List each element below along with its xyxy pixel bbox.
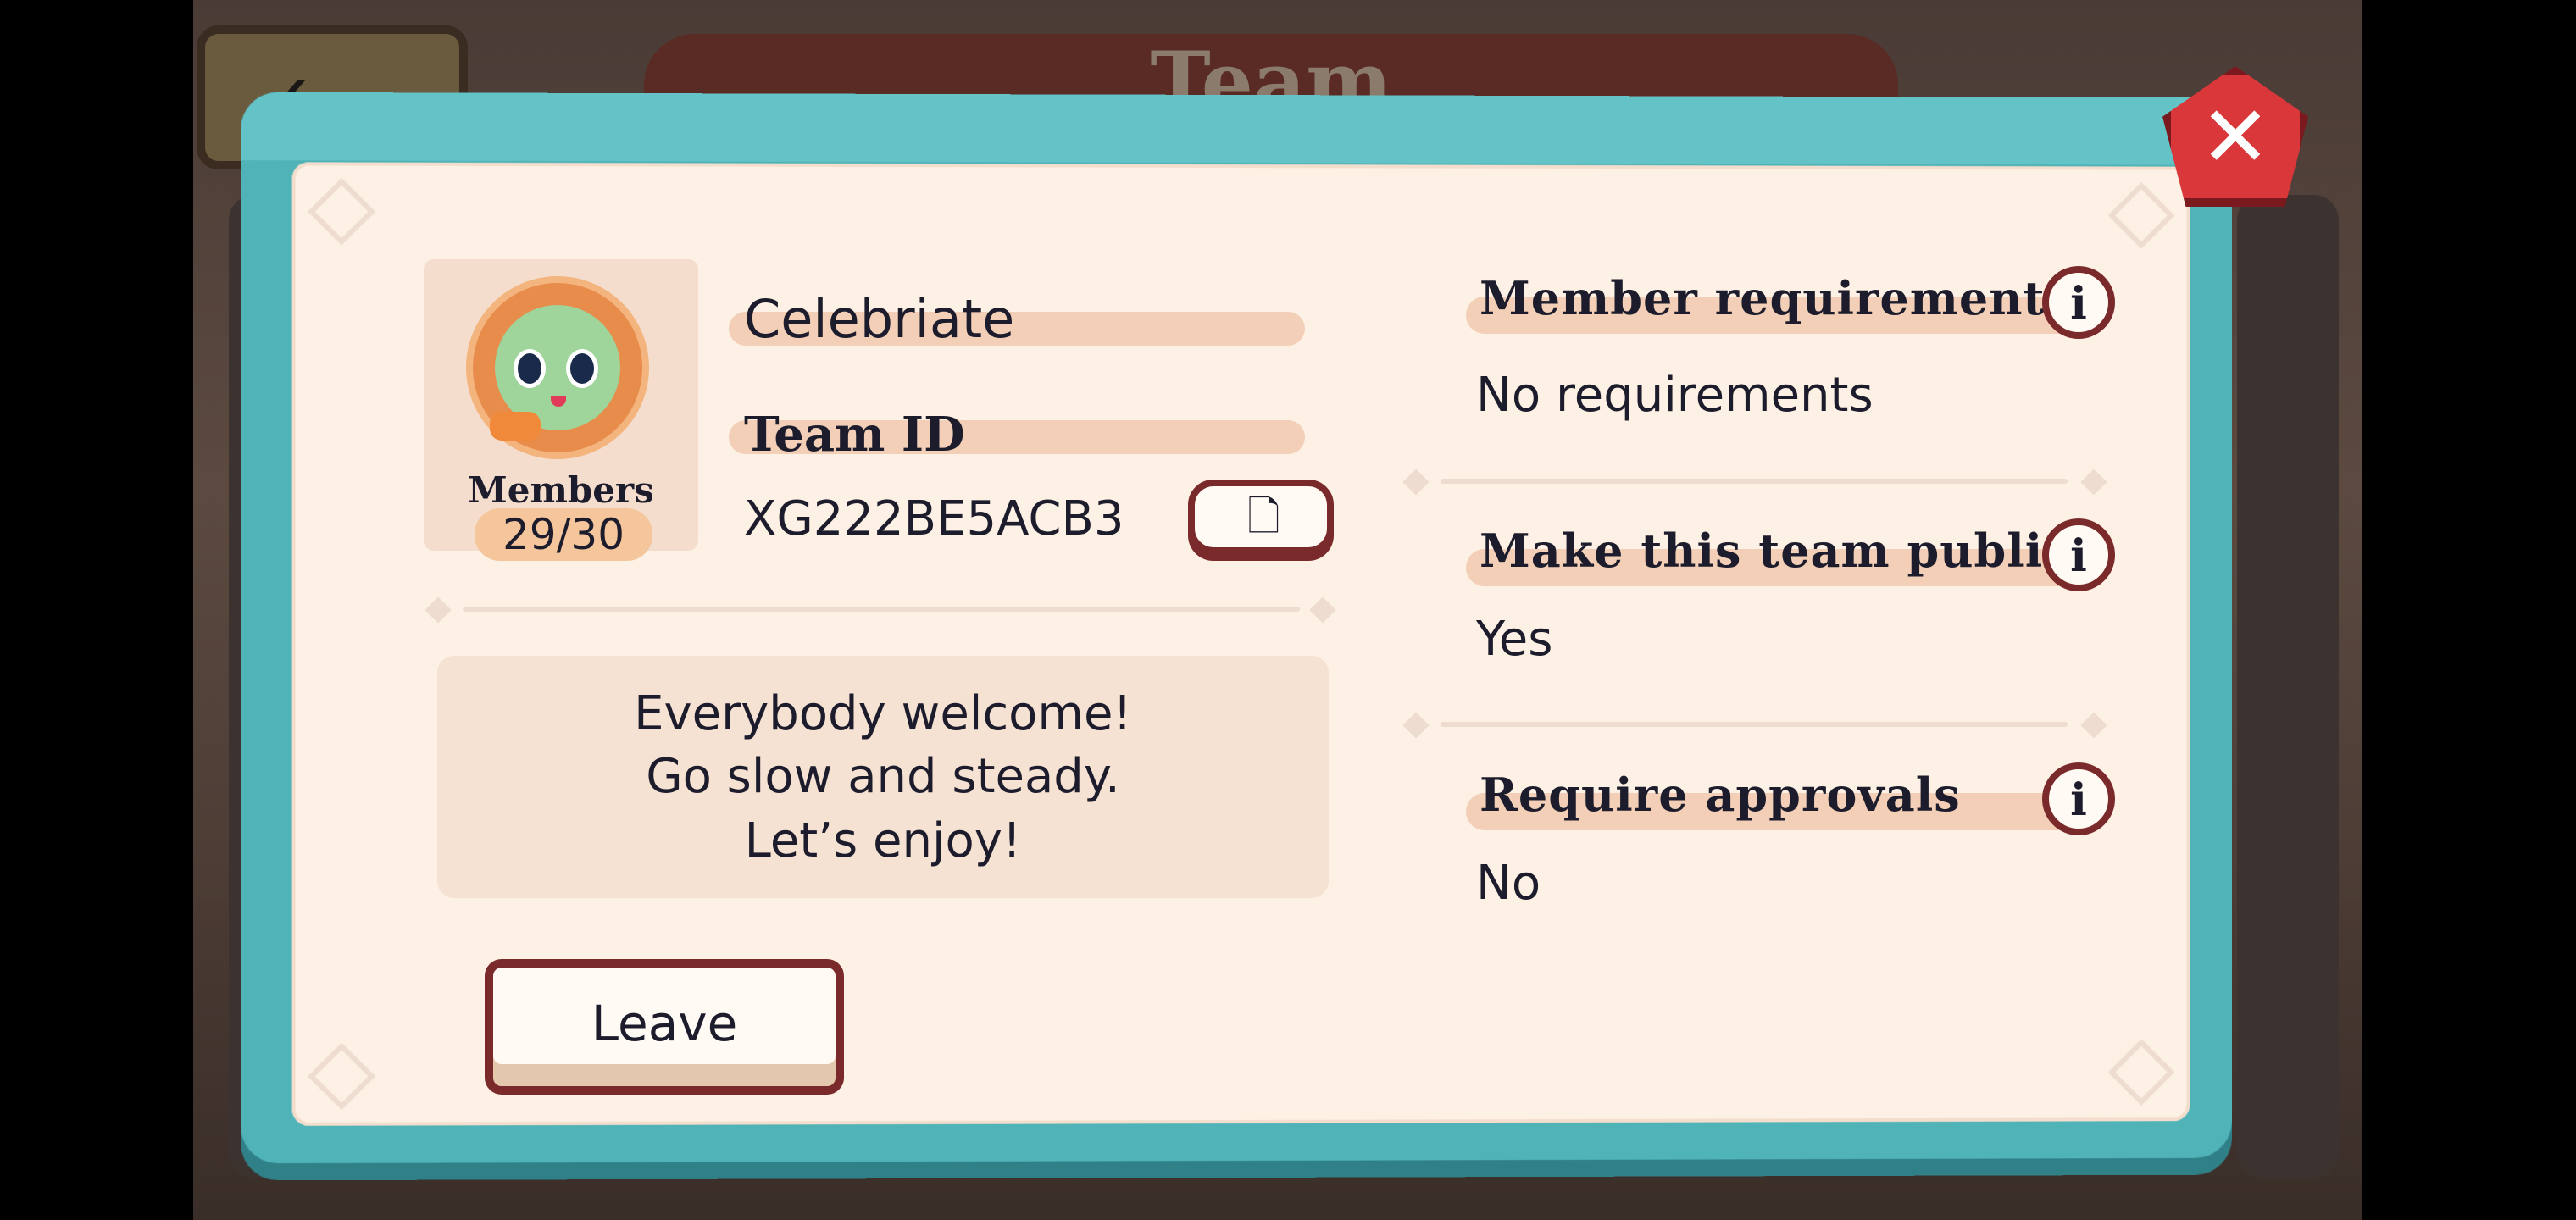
corner-ornament xyxy=(2107,181,2175,249)
leave-button-label: Leave xyxy=(591,995,738,1052)
mouth xyxy=(551,396,566,407)
members-label: Members xyxy=(468,469,654,511)
info-icon: i xyxy=(2070,774,2087,826)
member-requirement-value: No requirements xyxy=(1476,368,1874,423)
team-name: Celebriate xyxy=(744,288,1015,350)
member-requirement-label: Member requirement xyxy=(1480,271,2046,325)
bow-ornament xyxy=(490,412,541,441)
description-line: Everybody welcome! xyxy=(634,686,1132,741)
corner-ornament xyxy=(308,177,376,246)
make-public-value: Yes xyxy=(1476,612,1553,667)
members-count: 29/30 xyxy=(475,508,652,561)
corner-ornament xyxy=(308,1042,376,1111)
copy-team-id-button[interactable]: 🗋 xyxy=(1188,480,1334,554)
member-requirement-info-button[interactable]: i xyxy=(2042,266,2115,339)
require-approvals-info-button[interactable]: i xyxy=(2042,762,2115,835)
team-avatar-card: Members 29/30 xyxy=(424,259,698,561)
info-icon: i xyxy=(2070,278,2087,330)
eye xyxy=(514,349,546,388)
make-public-label: Make this team public xyxy=(1480,524,2073,578)
make-public-info-button[interactable]: i xyxy=(2042,518,2115,591)
corner-ornament xyxy=(2107,1039,2175,1106)
close-icon: ✕ xyxy=(2200,87,2271,186)
left-divider xyxy=(463,607,1300,612)
require-approvals-label: Require approvals xyxy=(1480,768,1961,822)
eye xyxy=(566,349,598,388)
team-id-value: XG222BE5ACB3 xyxy=(744,491,1124,546)
team-id-label: Team ID xyxy=(744,407,965,463)
right-divider xyxy=(1441,479,2068,484)
copy-icon: 🗋 xyxy=(1247,493,1280,541)
info-icon: i xyxy=(2070,530,2087,582)
leave-button[interactable]: Leave xyxy=(485,959,844,1095)
description-line: Let’s enjoy! xyxy=(744,813,1022,868)
description-line: Go slow and steady. xyxy=(646,749,1120,804)
right-divider xyxy=(1441,722,2068,727)
team-description: Everybody welcome! Go slow and steady. L… xyxy=(437,656,1329,898)
require-approvals-value: No xyxy=(1476,856,1541,911)
background-frame-right xyxy=(2237,195,2339,1178)
